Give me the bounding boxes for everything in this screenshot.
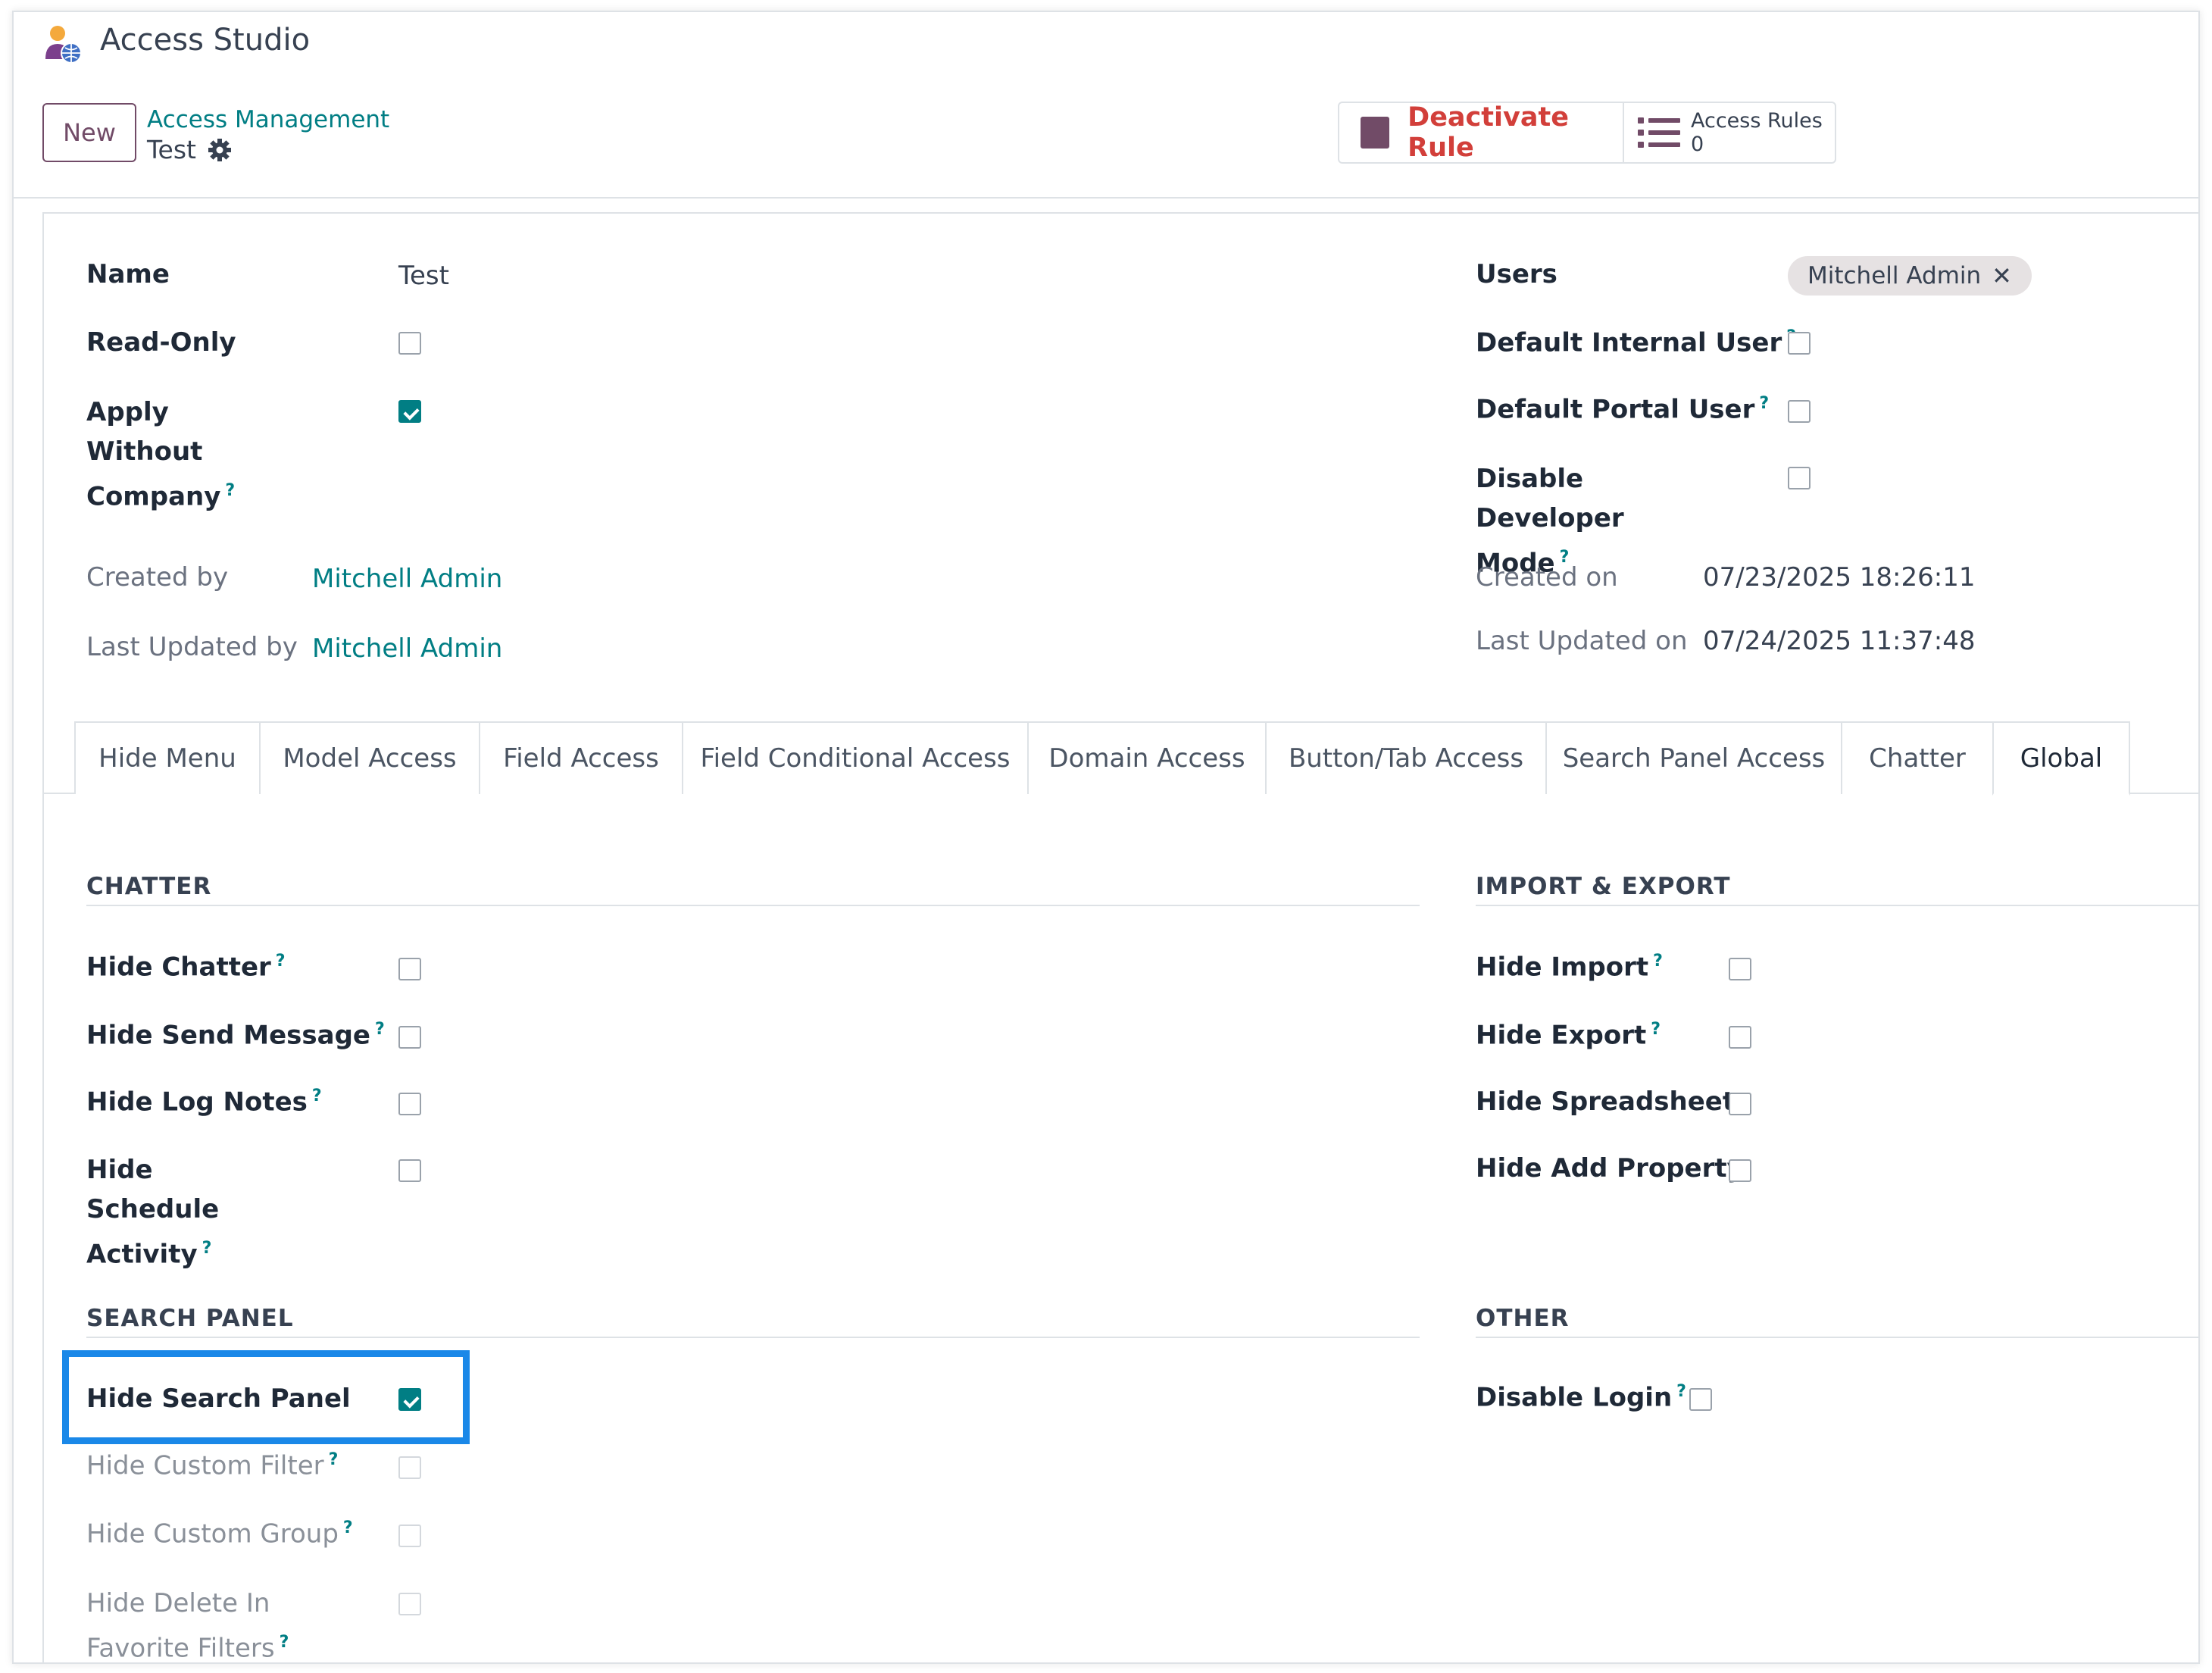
last-updated-on-value: 07/24/2025 11:37:48 <box>1703 626 1976 656</box>
list-icon <box>1638 117 1680 148</box>
created-by-label: Created by <box>86 562 229 593</box>
hide-send-message-label: Hide Send Message? <box>86 1020 385 1051</box>
chatter-section-title: CHATTER <box>86 873 212 900</box>
user-tag[interactable]: Mitchell Admin ✕ <box>1788 256 2032 296</box>
stop-icon <box>1361 117 1390 149</box>
tab-model-access[interactable]: Model Access <box>259 721 480 794</box>
name-value[interactable]: Test <box>398 261 449 291</box>
new-button[interactable]: New <box>42 103 136 162</box>
disable-login-checkbox[interactable] <box>1689 1388 1712 1411</box>
tab-hide-menu[interactable]: Hide Menu <box>74 721 261 794</box>
user-tag-label: Mitchell Admin <box>1807 262 1982 289</box>
help-icon[interactable]: ? <box>276 952 286 971</box>
apply-without-company-label: Apply Without Company? <box>86 397 236 512</box>
search-panel-section-title: SEARCH PANEL <box>86 1305 294 1332</box>
hide-delete-in-favorite-filters-label: Hide Delete In Favorite Filters? <box>86 1588 289 1664</box>
help-icon[interactable]: ? <box>329 1450 339 1469</box>
hide-log-notes-checkbox[interactable] <box>398 1093 421 1115</box>
help-icon[interactable]: ? <box>1651 1020 1661 1039</box>
control-panel: Access Studio New Access Management Test… <box>14 12 2198 199</box>
help-icon[interactable]: ? <box>312 1087 322 1105</box>
disable-developer-mode-checkbox[interactable] <box>1788 467 1811 489</box>
tab-domain-access[interactable]: Domain Access <box>1027 721 1267 794</box>
hide-custom-filter-label: Hide Custom Filter? <box>86 1450 339 1481</box>
notebook-tabs: Hide Menu Model Access Field Access Fiel… <box>74 721 2130 796</box>
access-rules-label: Access Rules <box>1691 109 1823 133</box>
app-title: Access Studio <box>100 23 311 58</box>
hide-custom-group-checkbox <box>398 1524 421 1547</box>
default-portal-user-checkbox[interactable] <box>1788 400 1811 423</box>
default-internal-user-label: Default Internal User? <box>1476 327 1796 358</box>
smart-button-box: Deactivate Rule Access Rules 0 <box>1338 102 1836 164</box>
hide-custom-filter-checkbox <box>398 1456 421 1479</box>
hide-delete-in-favorite-filters-checkbox <box>398 1593 421 1615</box>
gear-icon[interactable] <box>208 138 232 162</box>
breadcrumb-current: Test <box>147 135 196 164</box>
last-updated-by-label: Last Updated by <box>86 632 298 662</box>
hide-chatter-label: Hide Chatter? <box>86 952 286 983</box>
access-rules-button[interactable]: Access Rules 0 <box>1624 103 1835 162</box>
section-divider <box>86 905 1420 906</box>
hide-spreadsheet-label: Hide Spreadsheet <box>1476 1087 1736 1117</box>
hide-schedule-activity-label: Hide Schedule Activity? <box>86 1155 220 1270</box>
access-rules-count: 0 <box>1691 133 1704 156</box>
hide-add-property-checkbox[interactable] <box>1729 1159 1751 1182</box>
section-divider <box>86 1337 1420 1338</box>
hide-import-label: Hide Import? <box>1476 952 1663 983</box>
users-label: Users <box>1476 259 1557 289</box>
help-icon[interactable]: ? <box>202 1239 212 1258</box>
name-label: Name <box>86 259 170 289</box>
disable-login-label: Disable Login? <box>1476 1382 1686 1413</box>
tab-field-access[interactable]: Field Access <box>479 721 683 794</box>
help-icon[interactable]: ? <box>375 1020 385 1039</box>
tab-chatter[interactable]: Chatter <box>1841 721 1994 794</box>
app-window: Access Studio New Access Management Test… <box>12 11 2200 1664</box>
hide-export-checkbox[interactable] <box>1729 1026 1751 1049</box>
import-export-section-title: IMPORT & EXPORT <box>1476 873 1731 900</box>
section-divider <box>1476 1337 2198 1338</box>
help-icon[interactable]: ? <box>1653 952 1663 971</box>
last-updated-by-value[interactable]: Mitchell Admin <box>312 633 502 664</box>
read-only-checkbox[interactable] <box>398 332 421 355</box>
read-only-label: Read-Only <box>86 327 236 358</box>
hide-search-panel-label: Hide Search Panel <box>86 1384 351 1414</box>
section-divider <box>1476 905 2198 906</box>
deactivate-rule-button[interactable]: Deactivate Rule <box>1339 102 1624 163</box>
hide-schedule-activity-checkbox[interactable] <box>398 1159 421 1182</box>
tab-field-conditional-access[interactable]: Field Conditional Access <box>682 721 1029 794</box>
hide-import-checkbox[interactable] <box>1729 958 1751 980</box>
hide-add-property-label: Hide Add Property <box>1476 1153 1744 1184</box>
hide-custom-group-label: Hide Custom Group? <box>86 1518 353 1549</box>
hide-send-message-checkbox[interactable] <box>398 1026 421 1049</box>
default-portal-user-label: Default Portal User? <box>1476 394 1770 425</box>
apply-without-company-checkbox[interactable] <box>398 400 421 423</box>
hide-log-notes-label: Hide Log Notes? <box>86 1087 322 1118</box>
tab-global[interactable]: Global <box>1992 721 2130 796</box>
tab-button-tab-access[interactable]: Button/Tab Access <box>1265 721 1547 794</box>
access-studio-app-icon <box>45 26 82 64</box>
default-internal-user-checkbox[interactable] <box>1788 332 1811 355</box>
help-icon[interactable]: ? <box>343 1518 353 1537</box>
deactivate-rule-label: Deactivate Rule <box>1407 102 1569 163</box>
hide-export-label: Hide Export? <box>1476 1020 1661 1051</box>
help-icon[interactable]: ? <box>1676 1382 1686 1401</box>
created-on-value: 07/23/2025 18:26:11 <box>1703 562 1976 593</box>
other-section-title: OTHER <box>1476 1305 1570 1332</box>
help-icon[interactable]: ? <box>280 1633 289 1652</box>
help-icon[interactable]: ? <box>1759 394 1769 413</box>
created-by-value[interactable]: Mitchell Admin <box>312 564 502 594</box>
hide-spreadsheet-checkbox[interactable] <box>1729 1093 1751 1115</box>
last-updated-on-label: Last Updated on <box>1476 626 1688 656</box>
breadcrumb-parent-link[interactable]: Access Management <box>147 106 389 133</box>
tab-search-panel-access[interactable]: Search Panel Access <box>1545 721 1842 794</box>
hide-chatter-checkbox[interactable] <box>398 958 421 980</box>
close-icon[interactable]: ✕ <box>1992 261 2012 290</box>
created-on-label: Created on <box>1476 562 1618 593</box>
help-icon[interactable]: ? <box>225 481 235 500</box>
form-sheet: Name Test Read-Only Apply Without Compan… <box>42 212 2198 1664</box>
hide-search-panel-checkbox[interactable] <box>398 1388 421 1411</box>
